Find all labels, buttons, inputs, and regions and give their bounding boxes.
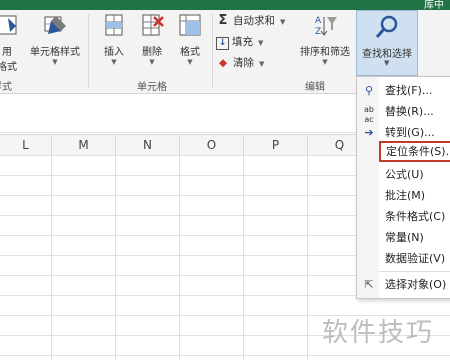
column-header-m[interactable]: M (52, 135, 116, 155)
autosum-label: 自动求和 (233, 15, 275, 27)
search-icon: ⚲ (364, 84, 374, 97)
arrow-right-icon: ➔ (364, 126, 374, 139)
menu-item-label: 查找(F)... (385, 84, 433, 97)
menu-item-data-validation[interactable]: 数据验证(V) (357, 248, 450, 269)
clear-label: 清除 (233, 57, 254, 69)
left-btn-label-2: 格式 (0, 62, 17, 73)
column-header-o[interactable]: O (180, 135, 244, 155)
menu-item-comments[interactable]: 批注(M) (357, 185, 450, 206)
find-select-dropdown: ⚲ 查找(F)... ab ac 替换(R)... ➔ 转到(G)... 定位条件… (356, 76, 450, 299)
menu-item-label: 转到(G)... (385, 126, 435, 139)
menu-item-replace[interactable]: ab ac 替换(R)... (357, 101, 450, 124)
menu-item-formulas[interactable]: 公式(U) (357, 164, 450, 185)
format-button[interactable]: 格式 ▼ (172, 12, 208, 66)
menu-item-label: 定位条件(S)... (386, 145, 450, 158)
sort-filter-button[interactable]: A Z 排序和筛选 ▼ (296, 12, 354, 66)
conditional-format-button[interactable]: 用 格式 (0, 12, 22, 73)
eraser-icon: ◆ (218, 57, 228, 69)
chevron-down-icon: ▼ (280, 18, 286, 26)
svg-text:Z: Z (315, 27, 321, 37)
delete-button[interactable]: 删除 ▼ (134, 12, 170, 66)
title-bar: 库中 (0, 0, 450, 11)
grid-line (307, 155, 308, 360)
chevron-down-icon: ▼ (149, 58, 155, 66)
chevron-down-icon: ▼ (322, 58, 328, 66)
chevron-down-icon: ▼ (187, 58, 193, 66)
fill-label: 填充 (232, 36, 253, 48)
menu-item-goto[interactable]: ➔ 转到(G)... (357, 122, 450, 143)
autosum-button[interactable]: Σ 自动求和 ▼ (216, 13, 286, 28)
menu-separator (379, 271, 450, 272)
menu-item-label: 选择对象(O) (385, 278, 447, 291)
menu-item-label: 数据验证(V) (385, 252, 446, 265)
menu-item-label: 替换(R)... (385, 105, 434, 118)
delete-label: 删除 (142, 47, 162, 58)
column-header-n[interactable]: N (116, 135, 180, 155)
insert-label: 插入 (104, 47, 124, 58)
cell-styles-button[interactable]: 单元格样式 ▼ (27, 12, 83, 66)
column-header-p[interactable]: P (244, 135, 308, 155)
menu-item-goto-special[interactable]: 定位条件(S)... (379, 141, 450, 162)
fill-button[interactable]: ↓ 填充 ▼ (216, 34, 263, 50)
cell-styles-icon (44, 16, 66, 34)
column-header-l[interactable]: L (0, 135, 52, 155)
menu-item-find[interactable]: ⚲ 查找(F)... (357, 80, 450, 101)
left-btn-label-1: 用 (2, 47, 12, 58)
menu-item-conditional-formatting[interactable]: 条件格式(C) (357, 206, 450, 227)
sort-filter-label: 排序和筛选 (300, 47, 350, 58)
watermark: 软件技巧 (322, 318, 435, 348)
grid-line (243, 155, 244, 360)
chevron-down-icon: ▼ (111, 58, 117, 66)
menu-item-label: 常量(N) (385, 231, 424, 244)
menu-item-constants[interactable]: 常量(N) (357, 227, 450, 248)
grid-line (179, 155, 180, 360)
cells-group-label: 单元格 (137, 82, 167, 93)
format-cells-icon (179, 14, 201, 36)
svg-text:A: A (315, 16, 322, 26)
cursor-icon: ⇱ (364, 278, 374, 291)
find-select-button[interactable]: 查找和选择 ▼ (356, 10, 418, 76)
menu-item-select-objects[interactable]: ⇱ 选择对象(O) (357, 274, 450, 295)
sigma-icon: Σ (218, 13, 228, 28)
table-style-icon (0, 15, 17, 35)
chevron-down-icon: ▼ (52, 58, 58, 66)
clear-button[interactable]: ◆ 清除 ▼ (216, 55, 264, 70)
format-label: 格式 (180, 47, 200, 58)
chevron-down-icon: ▼ (259, 60, 265, 68)
cell-styles-label: 单元格样式 (30, 47, 80, 58)
separator (212, 14, 213, 88)
chevron-down-icon: ▼ (384, 59, 390, 67)
grid-line (115, 155, 116, 360)
chevron-down-icon: ▼ (258, 39, 264, 47)
insert-button[interactable]: 插入 ▼ (96, 12, 132, 66)
fill-down-icon: ↓ (216, 37, 229, 50)
insert-cells-icon (105, 14, 123, 36)
menu-item-label: 批注(M) (385, 189, 426, 202)
grid-line (51, 155, 52, 360)
find-select-label: 查找和选择 (362, 49, 412, 60)
styles-group-label: 样式 (0, 82, 12, 93)
delete-cells-icon (142, 14, 164, 36)
menu-item-label: 公式(U) (385, 168, 424, 181)
menu-item-label: 条件格式(C) (385, 210, 446, 223)
separator (88, 14, 89, 88)
magnifier-icon (375, 15, 398, 38)
sort-filter-icon: A Z (315, 16, 337, 37)
editing-group-label: 编辑 (305, 82, 325, 93)
